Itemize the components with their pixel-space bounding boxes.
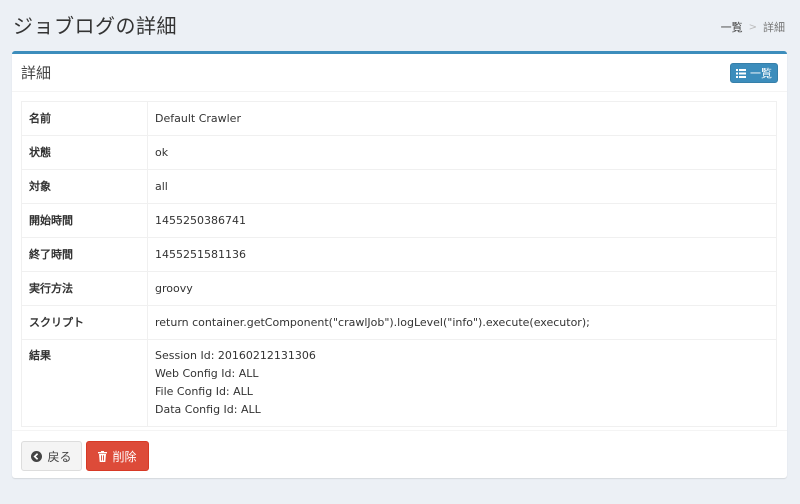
delete-button-label: 削除 (112, 449, 137, 464)
row-label-name: 名前 (21, 101, 148, 136)
delete-button[interactable]: 削除 (86, 441, 149, 471)
row-value-end-time: 1455251581136 (147, 237, 777, 272)
row-label-end-time: 終了時間 (21, 237, 148, 272)
back-button[interactable]: 戻る (21, 441, 82, 471)
row-value-name: Default Crawler (147, 101, 777, 136)
breadcrumb: 一覧 > 詳細 (721, 19, 785, 35)
back-button-label: 戻る (47, 449, 72, 464)
table-row: 開始時間 1455250386741 (21, 203, 777, 238)
box-footer: 戻る 削除 (12, 430, 787, 478)
row-value-status: ok (147, 135, 777, 170)
row-value-result: Session Id: 20160212131306 Web Config Id… (147, 339, 777, 427)
breadcrumb-current: 詳細 (763, 21, 785, 34)
table-row: 実行方法 groovy (21, 271, 777, 306)
box-title: 詳細 (21, 64, 52, 82)
list-button-label: 一覧 (750, 67, 772, 80)
row-value-start-time: 1455250386741 (147, 203, 777, 238)
table-row: スクリプト return container.getComponent("cra… (21, 305, 777, 340)
result-line: Data Config Id: ALL (155, 403, 261, 416)
row-label-exec-method: 実行方法 (21, 271, 148, 306)
breadcrumb-list-link[interactable]: 一覧 (721, 19, 743, 35)
detail-box: 詳細 一覧 名前 Default Crawler 状態 ok 対象 all 開始… (12, 51, 787, 478)
result-line: File Config Id: ALL (155, 385, 253, 398)
circle-arrow-left-icon (31, 450, 43, 462)
detail-table: 名前 Default Crawler 状態 ok 対象 all 開始時間 145… (21, 101, 777, 427)
trash-icon (98, 450, 108, 462)
page-header: ジョブログの詳細 一覧 > 詳細 (0, 0, 800, 48)
page-title: ジョブログの詳細 (13, 14, 177, 38)
table-row: 状態 ok (21, 135, 777, 170)
row-label-result: 結果 (21, 339, 148, 427)
table-row: 結果 Session Id: 20160212131306 Web Config… (21, 339, 777, 427)
row-label-start-time: 開始時間 (21, 203, 148, 238)
table-row: 名前 Default Crawler (21, 101, 777, 136)
result-line: Web Config Id: ALL (155, 367, 259, 380)
box-header: 詳細 一覧 (12, 54, 787, 92)
table-row: 終了時間 1455251581136 (21, 237, 777, 272)
breadcrumb-separator: > (748, 21, 757, 33)
row-value-target: all (147, 169, 777, 204)
row-label-status: 状態 (21, 135, 148, 170)
result-line: Session Id: 20160212131306 (155, 349, 316, 362)
list-icon (736, 68, 746, 78)
row-value-script: return container.getComponent("crawlJob"… (147, 305, 777, 340)
list-button[interactable]: 一覧 (730, 63, 778, 83)
row-value-exec-method: groovy (147, 271, 777, 306)
table-row: 対象 all (21, 169, 777, 204)
row-label-target: 対象 (21, 169, 148, 204)
row-label-script: スクリプト (21, 305, 148, 340)
